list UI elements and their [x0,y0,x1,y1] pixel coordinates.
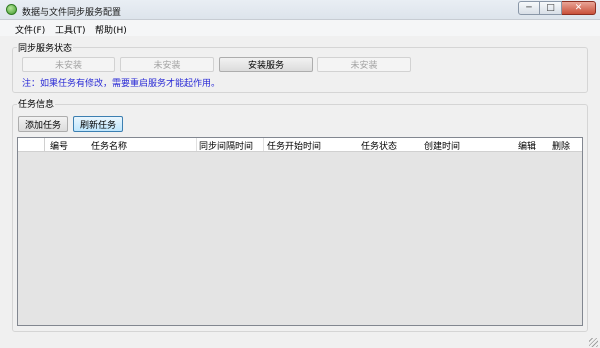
column-divider[interactable] [196,138,197,151]
column-header-created-time[interactable]: 创建时间 [424,139,460,152]
service-status-button-4[interactable]: 未安装 [317,57,411,72]
app-window: 数据与文件同步服务配置 ─ □ ✕ 文件(F) 工具(T) 帮助(H) 同步服务… [0,0,600,348]
minimize-button[interactable]: ─ [518,1,540,15]
task-info-title: 任务信息 [17,97,56,110]
title-bar[interactable]: 数据与文件同步服务配置 ─ □ ✕ [0,0,600,20]
service-status-button-1[interactable]: 未安装 [22,57,115,72]
service-status-button-2[interactable]: 未安装 [120,57,214,72]
task-table[interactable]: 编号 任务名称 同步间隔时间 任务开始时间 任务状态 创建时间 编辑 删除 [17,137,583,326]
close-button[interactable]: ✕ [562,1,596,15]
app-logo-icon [6,4,17,15]
menu-file[interactable]: 文件(F) [15,23,45,36]
window-title: 数据与文件同步服务配置 [22,8,122,18]
column-header-status[interactable]: 任务状态 [361,139,397,152]
menu-help[interactable]: 帮助(H) [95,23,127,36]
column-header-delete[interactable]: 删除 [552,139,570,152]
column-header-id[interactable]: 编号 [50,139,68,152]
task-table-header: 编号 任务名称 同步间隔时间 任务开始时间 任务状态 创建时间 编辑 删除 [18,138,582,152]
add-task-button[interactable]: 添加任务 [18,116,68,132]
column-header-sync-interval[interactable]: 同步间隔时间 [199,139,253,152]
column-header-edit[interactable]: 编辑 [518,139,536,152]
refresh-task-button[interactable]: 刷新任务 [73,116,123,132]
resize-grip-icon[interactable] [589,338,598,347]
row-header-corner [18,138,45,151]
status-bar [0,336,600,348]
maximize-button[interactable]: □ [540,1,562,15]
sync-status-title: 同步服务状态 [17,41,74,54]
column-header-task-name[interactable]: 任务名称 [91,139,127,152]
restart-note: 注：如果任务有修改，需要重启服务才能起作用。 [22,79,221,89]
column-divider[interactable] [263,138,264,151]
install-service-button[interactable]: 安装服务 [219,57,313,72]
menu-tools[interactable]: 工具(T) [55,23,86,36]
column-header-start-time[interactable]: 任务开始时间 [267,139,321,152]
menu-bar: 文件(F) 工具(T) 帮助(H) [0,20,600,36]
